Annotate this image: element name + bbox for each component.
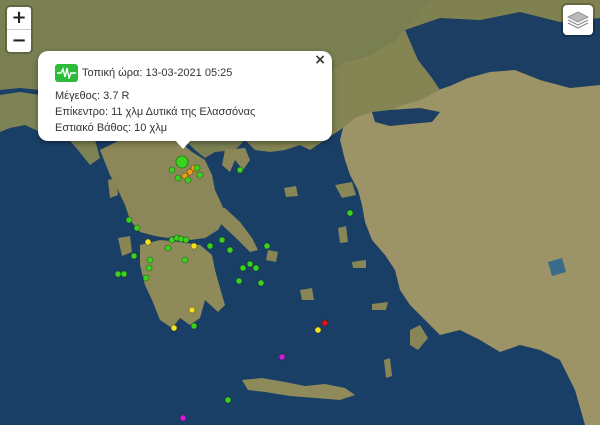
earthquake-marker[interactable] [164, 244, 172, 252]
earthquake-marker[interactable] [188, 306, 196, 314]
earthquake-marker[interactable] [257, 279, 265, 287]
epicenter-row: Επίκεντρο: 11 χλμ Δυτικά της Ελασσόνας [55, 106, 255, 118]
earthquake-marker[interactable] [226, 246, 234, 254]
time-value: 13-03-2021 05:25 [145, 67, 233, 79]
earthquake-marker[interactable] [235, 277, 243, 285]
zoom-out-button[interactable]: − [7, 29, 31, 52]
earthquake-marker[interactable] [263, 242, 271, 250]
earthquake-marker[interactable] [145, 264, 153, 272]
epicenter-label: Επίκεντρο: [55, 106, 109, 118]
seismograph-icon [55, 64, 78, 82]
earthquake-marker[interactable] [182, 236, 190, 244]
earthquake-marker[interactable] [174, 174, 182, 182]
depth-label: Εστιακό Βάθος: [55, 122, 132, 134]
popup-time-row: Τοπική ώρα: 13-03-2021 05:25 [55, 64, 232, 82]
earthquake-marker[interactable] [218, 236, 226, 244]
earthquake-marker[interactable] [239, 264, 247, 272]
epicenter-value: 11 χλμ Δυτικά της Ελασσόνας [111, 106, 256, 118]
magnitude-row: Μέγεθος: 3.7 R [55, 90, 129, 102]
earthquake-marker[interactable] [236, 166, 244, 174]
earthquake-marker[interactable] [224, 396, 232, 404]
depth-value: 10 χλμ [134, 122, 168, 134]
earthquake-marker[interactable] [114, 270, 122, 278]
earthquake-marker[interactable] [190, 242, 198, 250]
earthquake-marker[interactable] [130, 252, 138, 260]
land-naxos [300, 288, 314, 300]
magnitude-label: Μέγεθος: [55, 90, 101, 102]
earthquake-marker[interactable] [133, 224, 141, 232]
zoom-control: + − [7, 7, 31, 52]
earthquake-marker[interactable] [168, 166, 176, 174]
layers-icon [567, 11, 589, 29]
earthquake-marker[interactable] [179, 414, 187, 422]
selected-earthquake-marker[interactable] [175, 155, 189, 169]
magnitude-value: 3.7 R [103, 90, 130, 102]
earthquake-marker[interactable] [146, 256, 154, 264]
earthquake-marker[interactable] [321, 319, 329, 327]
earthquake-marker[interactable] [314, 326, 322, 334]
earthquake-marker[interactable] [193, 164, 201, 172]
earthquake-marker[interactable] [181, 256, 189, 264]
earthquake-marker[interactable] [190, 322, 198, 330]
earthquake-marker[interactable] [142, 274, 150, 282]
time-label: Τοπική ώρα: [82, 67, 143, 79]
zoom-in-button[interactable]: + [7, 7, 31, 29]
earthquake-marker[interactable] [120, 270, 128, 278]
earthquake-marker[interactable] [125, 216, 133, 224]
depth-row: Εστιακό Βάθος: 10 χλμ [55, 122, 167, 134]
land-andros [266, 250, 278, 262]
earthquake-popup: × Τοπική ώρα: 13-03-2021 05:25 Μέγεθος: … [38, 51, 332, 149]
earthquake-marker[interactable] [278, 353, 286, 361]
popup-close-button[interactable]: × [314, 52, 326, 68]
earthquake-marker[interactable] [196, 171, 204, 179]
earthquake-marker[interactable] [246, 260, 254, 268]
earthquake-marker[interactable] [170, 324, 178, 332]
layers-button[interactable] [563, 5, 593, 35]
earthquake-marker[interactable] [184, 176, 192, 184]
earthquake-marker[interactable] [144, 238, 152, 246]
earthquake-marker[interactable] [346, 209, 354, 217]
earthquake-marker[interactable] [206, 242, 214, 250]
popup-tip [174, 139, 192, 149]
earthquake-marker[interactable] [252, 264, 260, 272]
